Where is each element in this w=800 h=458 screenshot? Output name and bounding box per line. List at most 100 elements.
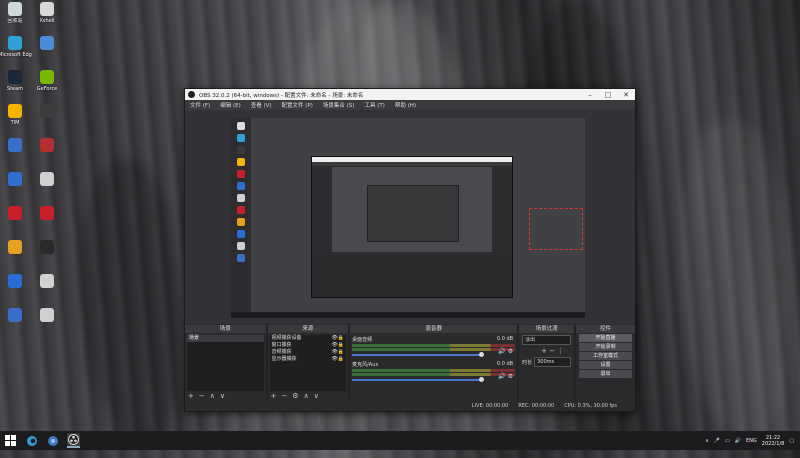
maximize-button[interactable]: □	[599, 91, 617, 99]
source-item[interactable]: 窗口捕获 👁🔒	[270, 342, 347, 349]
desktop-app-icon	[40, 308, 54, 322]
desktop-icon-label: Xshell	[39, 18, 55, 24]
move-down-icon[interactable]: ∨	[314, 392, 319, 400]
exit-button[interactable]: 退出	[579, 370, 633, 378]
chevron-up-icon[interactable]: ∧	[705, 438, 709, 444]
eye-lock-icon: 👁🔒	[331, 342, 345, 348]
desktop-app-icon	[8, 2, 22, 16]
volume-slider[interactable]	[352, 377, 485, 382]
menu-help[interactable]: 帮助 (H)	[395, 101, 416, 109]
duration-label: 时长	[522, 359, 533, 366]
mute-gear-icons[interactable]: 🔊 ⚙	[498, 348, 513, 355]
windows-start-icon[interactable]	[4, 434, 17, 447]
menu-view[interactable]: 查看 (V)	[251, 101, 272, 109]
remove-icon[interactable]: −	[281, 392, 287, 400]
mixer-title: 混音器	[350, 325, 518, 333]
studio-mode-button[interactable]: 工作室模式	[579, 352, 633, 360]
desktop-app-icon	[40, 274, 54, 288]
desktop-icon[interactable]: Xshell	[34, 2, 60, 24]
notification-icon[interactable]: ▢	[789, 438, 794, 444]
slider-knob[interactable]	[479, 352, 485, 357]
desktop-icon[interactable]	[2, 206, 28, 222]
move-up-icon[interactable]: ∧	[210, 392, 215, 400]
add-icon[interactable]: +	[188, 392, 194, 400]
volume-meter	[352, 373, 516, 376]
menu-tools[interactable]: 工具 (T)	[364, 101, 384, 109]
desktop-app-icon	[8, 172, 22, 186]
desktop-icon[interactable]: Steam	[2, 70, 28, 92]
sources-dock: 来源 视频捕获设备 👁🔒 窗口捕获 👁🔒 音频捕获 👁🔒 显示器捕获 👁🔒 + − ⚙ …	[267, 325, 351, 401]
menu-edit[interactable]: 编辑 (E)	[220, 101, 241, 109]
clock[interactable]: 21:22 2022/1/8	[762, 435, 784, 447]
cpu-status: CPU: 0.3%, 30.00 fps	[564, 403, 617, 409]
desktop-icon[interactable]	[34, 172, 60, 188]
preview-canvas[interactable]	[231, 118, 585, 318]
desktop-icon[interactable]	[2, 172, 28, 188]
obs-taskbar-icon[interactable]	[67, 433, 80, 448]
add-icon[interactable]: +	[271, 392, 277, 400]
desktop-app-icon	[8, 138, 22, 152]
slider-knob[interactable]	[479, 377, 485, 382]
network-icon[interactable]: ▭	[725, 438, 730, 444]
desktop-icon[interactable]: GeForce	[34, 70, 60, 92]
desktop-icon[interactable]: Microsoft Edge	[0, 36, 32, 58]
desktop-icon[interactable]	[2, 274, 28, 290]
desktop-icon[interactable]	[34, 206, 60, 222]
move-down-icon[interactable]: ∨	[220, 392, 225, 400]
desktop-icon[interactable]	[34, 138, 60, 154]
language-indicator[interactable]: ENG	[746, 438, 757, 444]
desktop-icon[interactable]: 回收站	[2, 2, 28, 24]
desktop-icon[interactable]	[34, 240, 60, 256]
desktop-icon[interactable]	[34, 36, 60, 52]
desktop-app-icon	[40, 104, 54, 118]
desktop-icon[interactable]	[34, 308, 60, 324]
transition-select[interactable]: 淡出	[522, 335, 572, 345]
desktop-icon-label: 回收站	[7, 18, 23, 24]
desktop-app-icon	[40, 172, 54, 186]
eye-lock-icon: 👁🔒	[331, 349, 345, 355]
desktop-icon[interactable]	[2, 240, 28, 256]
source-item[interactable]: 显示器捕获 👁🔒	[270, 356, 347, 363]
rec-status: REC: 00:00:00	[518, 403, 555, 409]
transition-add-remove[interactable]: + − ⋮	[519, 347, 574, 355]
volume-icon[interactable]: 🔊	[735, 438, 741, 444]
desktop-icon[interactable]	[34, 274, 60, 290]
edge-icon[interactable]	[25, 434, 38, 447]
menu-file[interactable]: 文件 (F)	[190, 101, 210, 109]
gear-icon[interactable]: ⚙	[292, 392, 298, 400]
start-recording-button[interactable]: 开始录制	[579, 343, 633, 351]
obs-titlebar[interactable]: OBS 32.0.2 (64-bit, windows) - 配置文件: 未命名…	[185, 89, 635, 100]
source-item[interactable]: 音频捕获 👁🔒	[270, 349, 347, 356]
source-item[interactable]: 视频捕获设备 👁🔒	[270, 335, 347, 342]
mute-gear-icons[interactable]: 🔊 ⚙	[498, 373, 513, 380]
scenes-list[interactable]: 场景	[187, 335, 264, 391]
desktop-icon[interactable]	[2, 308, 28, 324]
mixer-db: 0.0 dB	[496, 361, 514, 367]
preview-area[interactable]	[185, 110, 635, 324]
controls-dock: 控件 开始直播 开始录制 工作室模式 设置 退出	[576, 325, 636, 401]
remove-icon[interactable]: −	[199, 392, 205, 400]
menu-profile[interactable]: 配置文件 (P)	[282, 101, 313, 109]
volume-slider[interactable]	[352, 352, 485, 357]
move-up-icon[interactable]: ∧	[304, 392, 309, 400]
minimize-button[interactable]: –	[581, 91, 599, 99]
mixer-source-name: 桌面音频	[352, 337, 373, 343]
microphone-icon[interactable]: 🎤	[714, 438, 720, 444]
obs-logo-icon	[188, 91, 195, 98]
desktop-icon[interactable]	[2, 138, 28, 154]
scene-item[interactable]: 场景	[187, 335, 264, 342]
menu-scene-collection[interactable]: 场景集合 (S)	[323, 101, 355, 109]
desktop-icon[interactable]: TIM	[2, 104, 28, 126]
source-bounding-box[interactable]	[529, 208, 583, 250]
duration-input[interactable]: 300ms	[534, 357, 572, 367]
sources-list[interactable]: 视频捕获设备 👁🔒 窗口捕获 👁🔒 音频捕获 👁🔒 显示器捕获 👁🔒	[269, 335, 347, 391]
settings-button[interactable]: 设置	[579, 361, 633, 369]
desktop-icon-label: Steam	[6, 86, 24, 92]
browser-icon[interactable]	[46, 434, 59, 447]
desktop-app-icon	[40, 240, 54, 254]
start-streaming-button[interactable]: 开始直播	[579, 334, 633, 342]
close-button[interactable]: ✕	[617, 91, 635, 99]
desktop-app-icon	[8, 274, 22, 288]
desktop-icon[interactable]	[34, 104, 60, 120]
desktop-app-icon	[40, 2, 54, 16]
